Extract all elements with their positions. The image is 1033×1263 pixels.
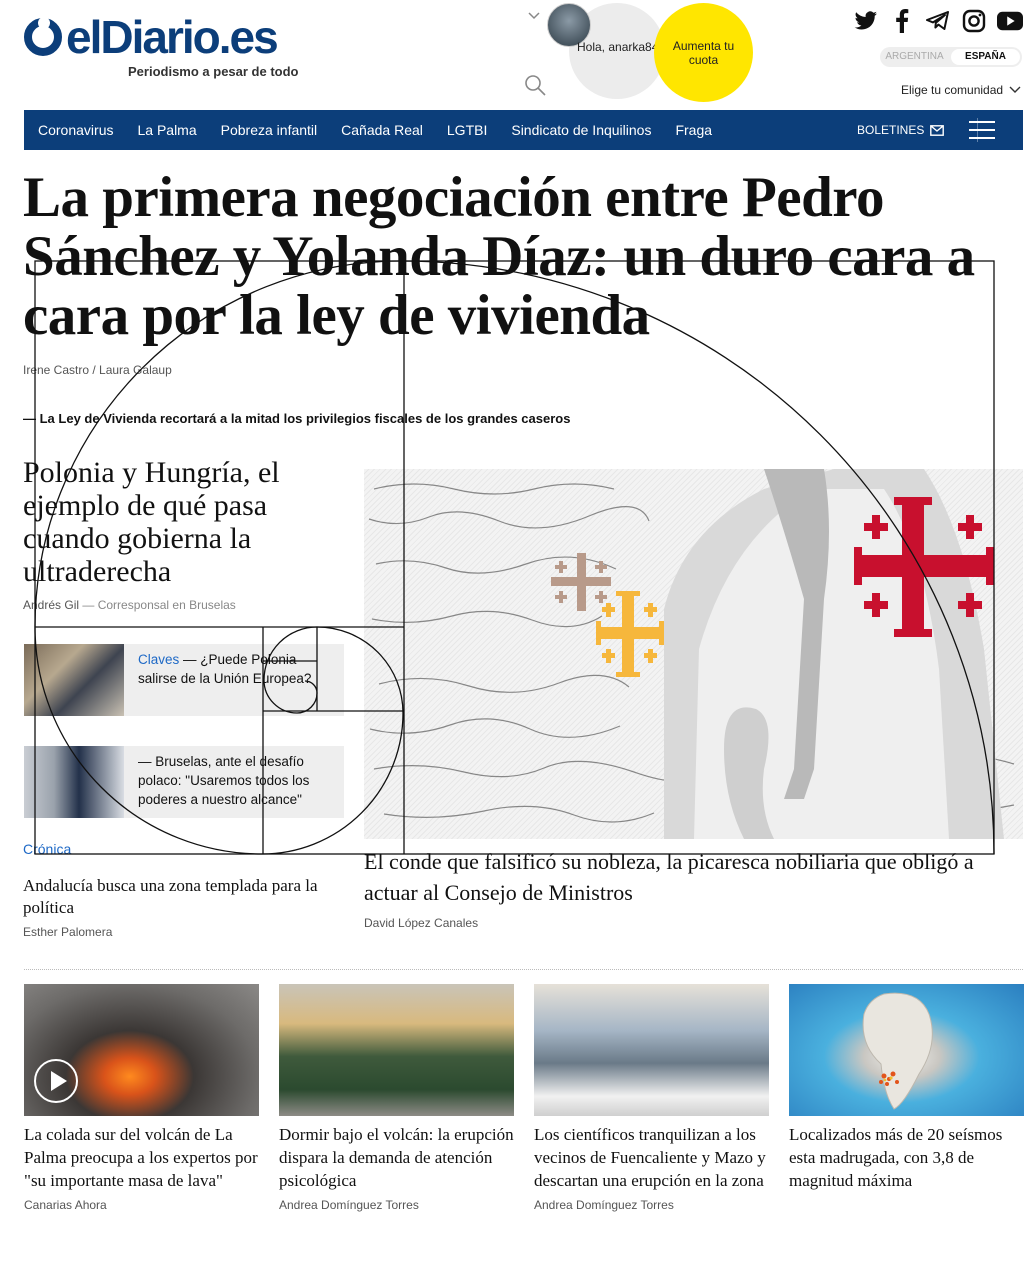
- instagram-icon[interactable]: [961, 8, 987, 34]
- news-card[interactable]: Dormir bajo el volcán: la erupción dispa…: [279, 984, 514, 1212]
- story-author-role: — Corresponsal en Bruselas: [82, 598, 236, 612]
- story-title[interactable]: Polonia y Hungría, el ejemplo de qué pas…: [23, 456, 343, 588]
- section-label[interactable]: Crónica: [23, 841, 71, 857]
- lead-related-link[interactable]: — La Ley de Vivienda recortará a la mita…: [23, 411, 570, 426]
- nav-item-pobreza-infantil[interactable]: Pobreza infantil: [209, 122, 330, 138]
- nav-item-sindicato[interactable]: Sindicato de Inquilinos: [499, 122, 663, 138]
- twitter-icon[interactable]: [853, 8, 879, 34]
- card-title[interactable]: Dormir bajo el volcán: la erupción dispa…: [279, 1123, 514, 1192]
- related-item[interactable]: — Bruselas, ante el desafío polaco: "Usa…: [24, 746, 344, 818]
- country-option-argentina[interactable]: ARGENTINA: [880, 47, 949, 67]
- card-title[interactable]: La colada sur del volcán de La Palma pre…: [24, 1123, 259, 1192]
- lead-authors[interactable]: Irene Castro / Laura Galaup: [23, 363, 172, 377]
- community-label: Elige tu comunidad: [901, 83, 1004, 97]
- play-icon[interactable]: [34, 1059, 78, 1103]
- country-option-espana[interactable]: ESPAÑA: [951, 49, 1020, 65]
- card-image[interactable]: [279, 984, 514, 1116]
- related-thumbnail[interactable]: [24, 746, 124, 818]
- lead-headline[interactable]: La primera negociación entre Pedro Sánch…: [23, 168, 1028, 345]
- cronica-title[interactable]: Andalucía busca una zona templada para l…: [23, 875, 333, 919]
- telegram-icon[interactable]: [925, 8, 951, 34]
- card-author[interactable]: Andrea Domínguez Torres: [534, 1198, 769, 1212]
- cronica-author[interactable]: Esther Palomera: [23, 925, 112, 939]
- story-byline: Andrés Gil — Corresponsal en Bruselas: [23, 598, 236, 612]
- related-text[interactable]: Claves — ¿Puede Polonia salirse de la Un…: [124, 644, 344, 716]
- nav-item-lgtbi[interactable]: LGTBI: [435, 122, 499, 138]
- section-divider: [24, 969, 1023, 970]
- youtube-icon[interactable]: [997, 8, 1023, 34]
- community-selector[interactable]: Elige tu comunidad: [901, 83, 1021, 97]
- news-card[interactable]: La colada sur del volcán de La Palma pre…: [24, 984, 259, 1212]
- chevron-down-icon: [1009, 86, 1021, 93]
- card-author[interactable]: Andrea Domínguez Torres: [279, 1198, 514, 1212]
- featured-author[interactable]: David López Canales: [364, 916, 478, 930]
- jerusalem-cross-icon: [551, 553, 611, 611]
- story-author[interactable]: Andrés Gil: [23, 598, 79, 612]
- country-switch[interactable]: ARGENTINA ESPAÑA: [880, 47, 1022, 67]
- jerusalem-cross-icon: [596, 591, 664, 677]
- nav-item-canada-real[interactable]: Cañada Real: [329, 122, 435, 138]
- newsletters-label: BOLETINES: [857, 123, 925, 137]
- nav-item-fraga[interactable]: Fraga: [663, 122, 724, 138]
- search-icon[interactable]: [523, 73, 547, 97]
- nav-item-la-palma[interactable]: La Palma: [125, 122, 208, 138]
- facebook-icon[interactable]: [889, 8, 915, 34]
- logo-ring-icon: [24, 17, 62, 56]
- site-header: elDiario.es Periodismo a pesar de todo H…: [0, 0, 1033, 108]
- map-illustration: [862, 992, 933, 1110]
- featured-caption[interactable]: El conde que falsificó su nobleza, la pi…: [364, 846, 1032, 908]
- logo-text: elDiario.es: [66, 11, 279, 63]
- related-headline[interactable]: — Bruselas, ante el desafío polaco: "Usa…: [124, 746, 344, 818]
- chevron-down-icon[interactable]: [528, 9, 540, 21]
- card-image[interactable]: [24, 984, 259, 1116]
- card-image[interactable]: [534, 984, 769, 1116]
- news-card[interactable]: Localizados más de 20 seísmos esta madru…: [789, 984, 1024, 1198]
- related-tag[interactable]: Claves: [138, 652, 179, 667]
- news-card[interactable]: Los científicos tranquilizan a los vecin…: [534, 984, 769, 1212]
- card-title[interactable]: Los científicos tranquilizan a los vecin…: [534, 1123, 769, 1192]
- social-links: [853, 8, 1023, 34]
- featured-image[interactable]: [364, 469, 1023, 839]
- user-greeting[interactable]: Hola, anarka84: [577, 40, 658, 54]
- main-nav: Coronavirus La Palma Pobreza infantil Ca…: [24, 110, 1023, 150]
- envelope-icon: [930, 124, 945, 136]
- manuscript-illustration: [368, 469, 1015, 839]
- jerusalem-cross-icon: [854, 497, 994, 637]
- site-logo[interactable]: elDiario.es: [24, 11, 279, 63]
- related-item[interactable]: Claves — ¿Puede Polonia salirse de la Un…: [24, 644, 344, 716]
- increase-fee-button[interactable]: Aumenta tu cuota: [654, 3, 753, 102]
- menu-icon[interactable]: [969, 121, 995, 139]
- card-author[interactable]: Canarias Ahora: [24, 1198, 259, 1212]
- site-tagline: Periodismo a pesar de todo: [128, 64, 299, 79]
- nav-item-coronavirus[interactable]: Coronavirus: [24, 122, 125, 138]
- related-thumbnail[interactable]: [24, 644, 124, 716]
- card-image[interactable]: [789, 984, 1024, 1116]
- newsletters-link[interactable]: BOLETINES: [857, 123, 945, 137]
- card-title[interactable]: Localizados más de 20 seísmos esta madru…: [789, 1123, 1024, 1192]
